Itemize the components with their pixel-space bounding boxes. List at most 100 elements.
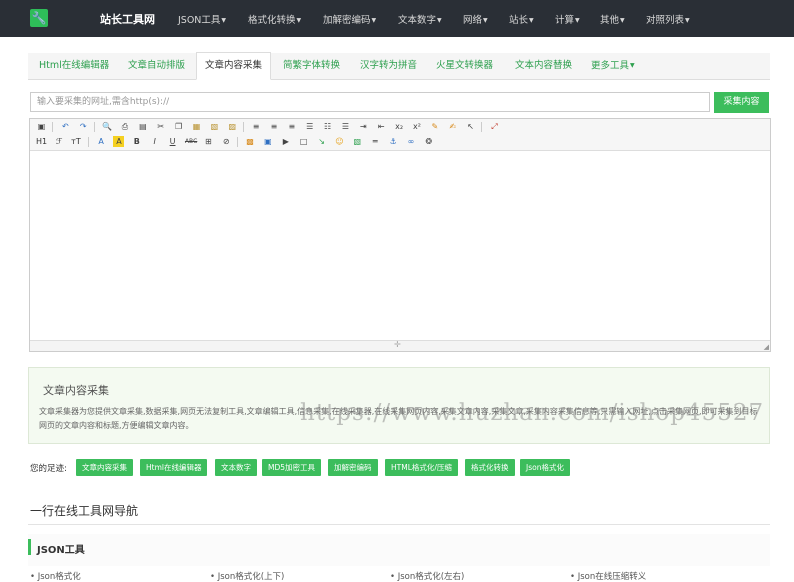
caret-down-icon: ▼ bbox=[371, 17, 377, 24]
insert-file-icon[interactable]: □ bbox=[298, 136, 309, 147]
corner-grip-icon[interactable]: ◢ bbox=[764, 343, 769, 351]
italic-icon[interactable]: I bbox=[149, 136, 160, 147]
tab-simplified-traditional[interactable]: 简繁字体转换 bbox=[283, 53, 340, 79]
footprint-link[interactable]: Json格式化 bbox=[520, 459, 570, 476]
copy-icon[interactable]: ❐ bbox=[173, 121, 184, 132]
section-title: 一行在线工具网导航 bbox=[30, 504, 139, 518]
align-justify-icon[interactable]: ☰ bbox=[304, 121, 315, 132]
preview-icon[interactable]: 🔍 bbox=[102, 121, 113, 132]
editor-content-area[interactable] bbox=[30, 151, 770, 339]
strikethrough-icon[interactable]: ABC bbox=[185, 136, 197, 147]
url-input[interactable] bbox=[30, 92, 710, 112]
nav-item-text[interactable]: 文本数字▼ bbox=[398, 12, 442, 26]
caret-down-icon: ▼ bbox=[685, 17, 690, 24]
tab-text-replace[interactable]: 文本内容替换 bbox=[515, 53, 572, 79]
print-icon[interactable]: ⎙ bbox=[120, 121, 131, 132]
collect-button[interactable]: 采集内容 bbox=[714, 92, 769, 113]
footprint-link[interactable]: 加解密编码 bbox=[328, 459, 378, 476]
media-icon[interactable]: ▶ bbox=[280, 136, 291, 147]
source-icon[interactable]: ▣ bbox=[36, 121, 47, 132]
font-family-dropdown[interactable]: ℱ bbox=[56, 137, 62, 146]
underline-icon[interactable]: U bbox=[167, 136, 178, 147]
editor-toolbar: ▣ ↶ ↷ 🔍 ⎙ ▤ ✂ ❐ ▦ ▧ ▨ ≡ ≡ ≡ ☰ ☷ ☰ ⇥ ⇤ x₂… bbox=[30, 119, 770, 151]
info-title: 文章内容采集 bbox=[43, 384, 109, 397]
clear-format-icon[interactable]: ✎ bbox=[429, 121, 440, 132]
category-link[interactable]: • Json格式化 bbox=[30, 570, 81, 582]
paste-word-icon[interactable]: ▨ bbox=[227, 121, 238, 132]
footprint-link[interactable]: 文本数字 bbox=[215, 459, 257, 476]
nav-item-calc[interactable]: 计算▼ bbox=[555, 12, 580, 26]
unlink-icon[interactable]: ❂ bbox=[423, 136, 434, 147]
superscript-icon[interactable]: x² bbox=[412, 121, 423, 132]
align-left-icon[interactable]: ≡ bbox=[251, 121, 262, 132]
highlight-color-icon[interactable]: A bbox=[113, 136, 125, 147]
nav-item-other[interactable]: 其他▼ bbox=[600, 12, 625, 26]
top-navbar: 🔧 站长工具网 JSON工具▼ 格式化转换▼ 加解密编码▼ 文本数字▼ 网络▼ … bbox=[0, 0, 794, 37]
category-link[interactable]: • Json在线压缩转义 bbox=[570, 570, 646, 582]
category-title: JSON工具 bbox=[37, 545, 85, 556]
font-color-icon[interactable]: A bbox=[96, 136, 107, 147]
footprint-link[interactable]: HTML格式化/压缩 bbox=[385, 459, 458, 476]
nav-item-webmaster[interactable]: 站长▼ bbox=[509, 12, 534, 26]
align-right-icon[interactable]: ≡ bbox=[286, 121, 297, 132]
paste-icon[interactable]: ▦ bbox=[191, 121, 202, 132]
rich-text-editor: ▣ ↶ ↷ 🔍 ⎙ ▤ ✂ ❐ ▦ ▧ ▨ ≡ ≡ ≡ ☰ ☷ ☰ ⇥ ⇤ x₂… bbox=[29, 118, 771, 352]
caret-down-icon: ▼ bbox=[221, 17, 227, 24]
table-icon[interactable]: ⊞ bbox=[203, 136, 214, 147]
caret-down-icon: ▼ bbox=[529, 17, 534, 24]
subscript-icon[interactable]: x₂ bbox=[394, 121, 405, 132]
emoticon-icon[interactable]: ☺ bbox=[334, 136, 345, 147]
align-center-icon[interactable]: ≡ bbox=[269, 121, 280, 132]
footprint-link[interactable]: 文章内容采集 bbox=[76, 459, 133, 476]
fullscreen-icon[interactable]: ⤢ bbox=[489, 121, 500, 132]
cursor-icon[interactable]: ↖ bbox=[465, 121, 476, 132]
unordered-list-icon[interactable]: ☰ bbox=[340, 121, 351, 132]
footprint-link[interactable]: 格式化转换 bbox=[465, 459, 515, 476]
editor-statusbar: ✛ ◢ bbox=[30, 340, 770, 351]
tab-html-editor[interactable]: Html在线编辑器 bbox=[39, 53, 109, 79]
multi-image-icon[interactable]: ▣ bbox=[262, 136, 273, 147]
heading-dropdown[interactable]: H1 bbox=[36, 137, 47, 146]
anchor-icon[interactable]: ⚓ bbox=[388, 136, 399, 147]
bold-icon[interactable]: B bbox=[131, 136, 142, 147]
page-break-icon[interactable]: ═ bbox=[370, 136, 381, 147]
nav-item-network[interactable]: 网络▼ bbox=[463, 12, 488, 26]
select-all-icon[interactable]: ✍ bbox=[447, 121, 458, 132]
eraser-icon[interactable]: ⊘ bbox=[221, 136, 232, 147]
tab-auto-format[interactable]: 文章自动排版 bbox=[128, 53, 185, 79]
font-size-dropdown[interactable]: тT bbox=[71, 137, 81, 146]
outdent-icon[interactable]: ⇤ bbox=[376, 121, 387, 132]
redo-icon[interactable]: ↷ bbox=[78, 121, 89, 132]
footprint-link[interactable]: Html在线编辑器 bbox=[140, 459, 208, 476]
tab-more-tools[interactable]: 更多工具▼ bbox=[591, 53, 635, 79]
tab-article-collect[interactable]: 文章内容采集 bbox=[196, 52, 272, 80]
toolbar-row-2: H1 ℱ тT A A B I U ABC ⊞ ⊘ ▩ ▣ ▶ □ ↘ ☺ ▧ … bbox=[36, 136, 438, 149]
nav-item-json[interactable]: JSON工具▼ bbox=[178, 12, 226, 26]
nav-item-encode[interactable]: 加解密编码▼ bbox=[323, 12, 376, 26]
ordered-list-icon[interactable]: ☷ bbox=[322, 121, 333, 132]
tab-martian-text[interactable]: 火星文转换器 bbox=[436, 53, 493, 79]
tool-tabs: Html在线编辑器 文章自动排版 文章内容采集 简繁字体转换 汉字转为拼音 火星… bbox=[28, 52, 770, 80]
cut-icon[interactable]: ✂ bbox=[155, 121, 166, 132]
site-name[interactable]: 站长工具网 bbox=[100, 11, 155, 27]
nav-item-format[interactable]: 格式化转换▼ bbox=[248, 12, 301, 26]
caret-down-icon: ▼ bbox=[437, 17, 442, 24]
image-icon[interactable]: ▩ bbox=[245, 136, 256, 147]
nav-item-compare[interactable]: 对照列表▼ bbox=[646, 12, 690, 26]
code-icon[interactable]: ↘ bbox=[316, 136, 327, 147]
caret-down-icon: ▼ bbox=[620, 17, 625, 24]
footprint-link[interactable]: MD5加密工具 bbox=[262, 459, 322, 476]
undo-icon[interactable]: ↶ bbox=[60, 121, 71, 132]
paste-text-icon[interactable]: ▧ bbox=[209, 121, 220, 132]
map-icon[interactable]: ▧ bbox=[352, 136, 363, 147]
category-link[interactable]: • Json格式化(上下) bbox=[210, 570, 284, 582]
category-header bbox=[28, 534, 770, 566]
category-accent-bar bbox=[28, 539, 31, 555]
indent-icon[interactable]: ⇥ bbox=[358, 121, 369, 132]
link-icon[interactable]: ∞ bbox=[405, 136, 416, 147]
template-icon[interactable]: ▤ bbox=[137, 121, 148, 132]
tab-pinyin[interactable]: 汉字转为拼音 bbox=[360, 53, 417, 79]
resize-handle-icon[interactable]: ✛ bbox=[394, 340, 401, 349]
category-link[interactable]: • Json格式化(左右) bbox=[390, 570, 464, 582]
wrench-logo-icon[interactable]: 🔧 bbox=[30, 9, 48, 27]
